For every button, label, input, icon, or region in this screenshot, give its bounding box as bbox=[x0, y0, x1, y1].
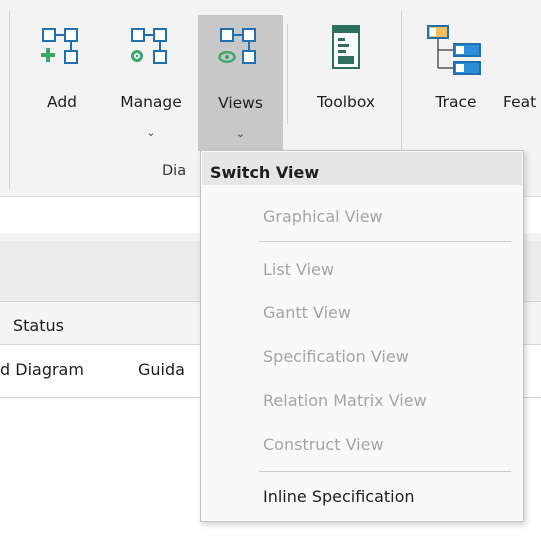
chevron-down-icon: ⌄ bbox=[235, 127, 246, 140]
toolbox-button-label: Toolbox bbox=[316, 93, 376, 111]
menu-item-gantt-view[interactable]: Gantt View bbox=[263, 303, 351, 322]
ribbon-separator bbox=[287, 24, 288, 124]
manage-elements-icon bbox=[131, 28, 167, 64]
menu-item-graphical-view[interactable]: Graphical View bbox=[263, 207, 383, 226]
trace-icon bbox=[427, 25, 481, 75]
add-button-label: Add bbox=[46, 93, 77, 111]
manage-button[interactable]: Manage ⌄ bbox=[114, 14, 188, 150]
ribbon-left-separator bbox=[9, 10, 10, 190]
diagram-group-label: Dia bbox=[162, 163, 187, 179]
chevron-down-icon: ⌄ bbox=[146, 126, 156, 139]
features-button-label: Feat bbox=[503, 93, 537, 111]
toolbox-button[interactable]: Toolbox bbox=[298, 14, 394, 150]
menu-item-list-view[interactable]: List View bbox=[263, 260, 334, 279]
add-element-icon bbox=[41, 28, 78, 64]
status-column-header[interactable]: Status bbox=[13, 316, 64, 335]
features-button[interactable]: Feat bbox=[501, 14, 541, 150]
views-button[interactable]: Views ⌄ bbox=[198, 15, 283, 151]
menu-item-specification-view[interactable]: Specification View bbox=[263, 347, 409, 366]
switch-view-menu: Switch View Graphical View List View Gan… bbox=[200, 150, 524, 522]
menu-title: Switch View bbox=[210, 163, 320, 182]
views-button-label: Views bbox=[218, 94, 263, 112]
menu-item-relation-matrix-view[interactable]: Relation Matrix View bbox=[263, 391, 427, 410]
toolbox-icon bbox=[332, 25, 360, 69]
menu-separator bbox=[259, 241, 511, 242]
menu-separator bbox=[259, 471, 511, 472]
menu-item-construct-view[interactable]: Construct View bbox=[263, 435, 384, 454]
views-icon bbox=[218, 28, 256, 64]
tab-guidance[interactable]: Guida bbox=[138, 360, 185, 379]
tab-diagram[interactable]: d Diagram bbox=[0, 360, 84, 379]
menu-header: Switch View bbox=[202, 152, 522, 185]
add-button[interactable]: Add bbox=[32, 14, 92, 150]
menu-item-inline-specification[interactable]: Inline Specification bbox=[263, 487, 415, 506]
trace-button[interactable]: Trace bbox=[420, 14, 492, 150]
trace-button-label: Trace bbox=[435, 93, 477, 111]
manage-button-label: Manage bbox=[120, 93, 182, 111]
